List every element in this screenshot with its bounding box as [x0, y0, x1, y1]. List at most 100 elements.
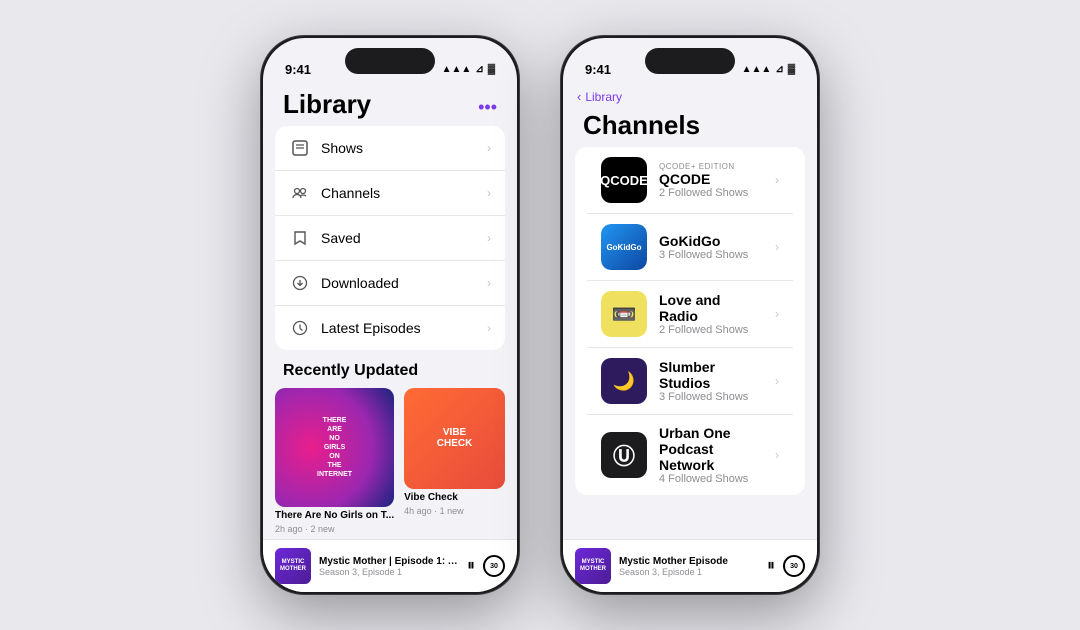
status-icons-1: ▲▲▲ ⊿ ▓: [442, 64, 495, 75]
channel-item-gokidgo[interactable]: GoKidGo GoKidGo 3 Followed Shows ›: [587, 214, 793, 281]
now-playing-sub-1: Season 3, Episode 1: [319, 567, 459, 577]
menu-item-saved[interactable]: Saved ›: [275, 216, 505, 261]
channel-name-gokidgo: GoKidGo: [659, 233, 763, 249]
menu-item-shows[interactable]: Shows ›: [275, 126, 505, 171]
channel-logo-slumber: 🌙: [601, 358, 647, 404]
now-playing-art-2: MYSTICMOTHER: [575, 548, 611, 584]
channel-follows-gokidgo: 3 Followed Shows: [659, 249, 763, 261]
channel-info-gokidgo: GoKidGo 3 Followed Shows: [659, 233, 763, 261]
channel-chevron-slumber: ›: [775, 374, 779, 388]
now-playing-bar-2[interactable]: MYSTICMOTHER Mystic Mother Episode Seaso…: [563, 539, 817, 592]
recently-updated-title: Recently Updated: [263, 350, 517, 388]
channels-chevron: ›: [487, 186, 491, 200]
wifi-icon-2: ⊿: [775, 64, 783, 75]
channel-chevron-gokidgo: ›: [775, 240, 779, 254]
channel-logo-urban: Ⓤ: [601, 432, 647, 478]
battery-icon-2: ▓: [788, 64, 795, 75]
channels-list: QCODE QCODE+ EDITION QCODE 2 Followed Sh…: [563, 147, 817, 539]
now-playing-sub-2: Season 3, Episode 1: [619, 567, 759, 577]
channel-logo-gokidgo: GoKidGo: [601, 224, 647, 270]
downloaded-icon: [289, 272, 311, 294]
shows-icon: [289, 137, 311, 159]
shows-chevron: ›: [487, 141, 491, 155]
channel-name-slumber: Slumber Studios: [659, 359, 763, 391]
skip-forward-2[interactable]: 30: [783, 555, 805, 577]
menu-item-channels[interactable]: Channels ›: [275, 171, 505, 216]
dynamic-island: [345, 48, 435, 74]
shows-label: Shows: [321, 140, 477, 156]
podcast-meta-vibe: 4h ago · 1 new: [404, 506, 505, 516]
now-playing-controls-2: ⏸ 30: [767, 555, 805, 577]
phone-channels: 9:41 ▲▲▲ ⊿ ▓ ‹ Library Channels QCODE QC…: [560, 35, 820, 595]
latest-chevron: ›: [487, 321, 491, 335]
now-playing-info-2: Mystic Mother Episode Season 3, Episode …: [619, 556, 759, 577]
wifi-icon: ⊿: [475, 64, 483, 75]
channel-name-qcode: QCODE: [659, 171, 763, 187]
channel-info-urban: Urban One Podcast Network 4 Followed Sho…: [659, 425, 763, 485]
latest-icon: [289, 317, 311, 339]
battery-icon: ▓: [488, 64, 495, 75]
channel-item-qcode[interactable]: QCODE QCODE+ EDITION QCODE 2 Followed Sh…: [587, 147, 793, 214]
now-playing-art-1: MYSTICMOTHER: [275, 548, 311, 584]
library-header: Library •••: [263, 81, 517, 126]
signal-icon: ▲▲▲: [442, 64, 472, 75]
channels-label: Channels: [321, 185, 477, 201]
podcast-card-girls[interactable]: THEREARENOGIRLSONTHEINTERNET There Are N…: [275, 388, 394, 534]
channel-edition-qcode: QCODE+ EDITION: [659, 162, 763, 171]
now-playing-info-1: Mystic Mother | Episode 1: A... Season 3…: [319, 556, 459, 577]
back-button[interactable]: Library: [585, 90, 622, 104]
pause-button-2[interactable]: ⏸: [767, 557, 775, 575]
podcast-meta-girls: 2h ago · 2 new: [275, 524, 394, 534]
channels-icon: [289, 182, 311, 204]
podcast-art-girls: THEREARENOGIRLSONTHEINTERNET: [275, 388, 394, 507]
recently-updated-grid: THEREARENOGIRLSONTHEINTERNET There Are N…: [263, 388, 517, 534]
channel-name-urban: Urban One Podcast Network: [659, 425, 763, 473]
channel-item-love-radio[interactable]: 📼 Love and Radio 2 Followed Shows ›: [587, 281, 793, 348]
channel-chevron-urban: ›: [775, 448, 779, 462]
channel-item-urban[interactable]: Ⓤ Urban One Podcast Network 4 Followed S…: [587, 415, 793, 495]
now-playing-controls-1: ⏸ 30: [467, 555, 505, 577]
menu-item-latest[interactable]: Latest Episodes ›: [275, 306, 505, 350]
channels-title: Channels: [563, 106, 817, 147]
saved-icon: [289, 227, 311, 249]
podcast-name-girls: There Are No Girls on T...: [275, 510, 394, 521]
podcast-art-vibe: VIBECHECK: [404, 388, 505, 489]
phone-library: 9:41 ▲▲▲ ⊿ ▓ Library •••: [260, 35, 520, 595]
more-button[interactable]: •••: [478, 97, 497, 118]
downloaded-chevron: ›: [487, 276, 491, 290]
channel-info-slumber: Slumber Studios 3 Followed Shows: [659, 359, 763, 403]
signal-icon-2: ▲▲▲: [742, 64, 772, 75]
podcast-name-vibe: Vibe Check: [404, 492, 505, 503]
downloaded-label: Downloaded: [321, 275, 477, 291]
channel-chevron-love-radio: ›: [775, 307, 779, 321]
channel-name-love-radio: Love and Radio: [659, 292, 763, 324]
channel-logo-love-radio: 📼: [601, 291, 647, 337]
skip-forward-1[interactable]: 30: [483, 555, 505, 577]
status-icons-2: ▲▲▲ ⊿ ▓: [742, 64, 795, 75]
saved-chevron: ›: [487, 231, 491, 245]
menu-list: Shows › Channels ›: [275, 126, 505, 350]
back-chevron: ‹: [577, 89, 581, 104]
channel-logo-qcode: QCODE: [601, 157, 647, 203]
status-time-2: 9:41: [585, 62, 611, 77]
saved-label: Saved: [321, 230, 477, 246]
now-playing-bar-1[interactable]: MYSTICMOTHER Mystic Mother | Episode 1: …: [263, 539, 517, 592]
channel-info-love-radio: Love and Radio 2 Followed Shows: [659, 292, 763, 336]
channel-item-slumber[interactable]: 🌙 Slumber Studios 3 Followed Shows ›: [587, 348, 793, 415]
podcast-card-vibe[interactable]: VIBECHECK Vibe Check 4h ago · 1 new: [404, 388, 505, 534]
channel-follows-love-radio: 2 Followed Shows: [659, 324, 763, 336]
latest-label: Latest Episodes: [321, 320, 477, 336]
now-playing-title-2: Mystic Mother Episode: [619, 556, 759, 567]
pause-button-1[interactable]: ⏸: [467, 557, 475, 575]
library-title: Library: [283, 89, 371, 120]
status-time-1: 9:41: [285, 62, 311, 77]
channel-chevron-qcode: ›: [775, 173, 779, 187]
channels-nav: ‹ Library: [563, 81, 817, 106]
channel-follows-slumber: 3 Followed Shows: [659, 391, 763, 403]
dynamic-island-2: [645, 48, 735, 74]
menu-item-downloaded[interactable]: Downloaded ›: [275, 261, 505, 306]
channel-follows-qcode: 2 Followed Shows: [659, 187, 763, 199]
channel-info-qcode: QCODE+ EDITION QCODE 2 Followed Shows: [659, 162, 763, 199]
now-playing-title-1: Mystic Mother | Episode 1: A...: [319, 556, 459, 567]
channel-follows-urban: 4 Followed Shows: [659, 473, 763, 485]
